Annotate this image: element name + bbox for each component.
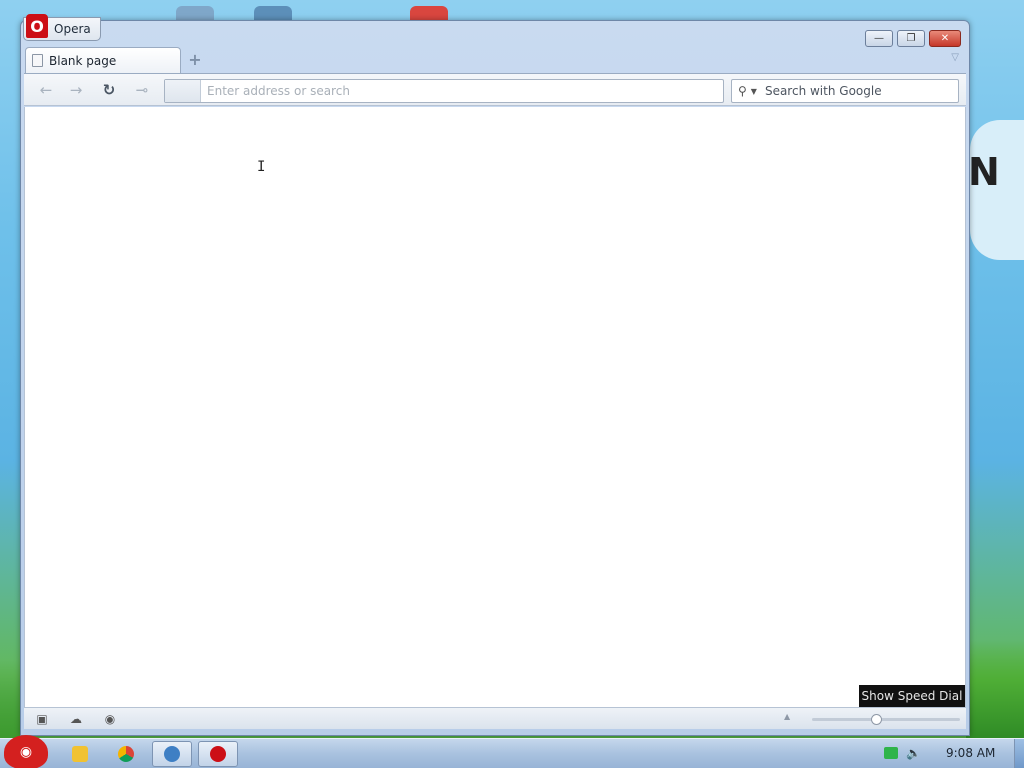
folder-icon [72,746,88,762]
window-controls: — ❐ ✕ [865,30,961,47]
network-tray-icon[interactable] [884,747,898,759]
start-button[interactable]: ◉ [4,735,48,768]
security-key-button[interactable]: ⊸ [130,81,154,99]
desktop-wallpaper-grass [966,640,1024,740]
back-arrow-icon: ← [39,81,53,99]
cloud-icon: ☁ [70,712,82,726]
tab-menu-chevron-icon[interactable]: ▽ [951,52,959,63]
search-input[interactable] [764,84,958,98]
volume-icon[interactable]: 🔈 [906,747,921,759]
search-engine-dropdown-icon[interactable]: ▼ [751,87,757,96]
opera-unite-button[interactable]: ☁ [68,711,84,727]
desktop-wallpaper-bird: N [968,150,1000,194]
minimize-icon: — [874,33,884,44]
tab-bar: Blank page + ▽ [25,47,965,73]
reload-icon: ↻ [102,81,116,99]
tab-blank-page[interactable]: Blank page [25,47,181,73]
angry-bird-start-icon: ◉ [19,744,33,760]
desktop-icon[interactable] [410,6,448,20]
reload-button[interactable]: ↻ [99,81,119,99]
forward-button[interactable]: → [66,81,86,99]
opera-icon [210,746,226,762]
desktop-wallpaper-grass-left [0,660,22,740]
plus-icon: + [188,50,202,69]
new-tab-button[interactable]: + [187,52,203,68]
taskbar-network[interactable] [152,741,192,767]
desktop-icon[interactable] [254,6,292,20]
taskbar: ◉ 🔈 9:08 AM [0,735,1024,768]
opera-logo-icon: O [26,14,48,38]
tab-label: Blank page [49,53,117,68]
panel-toggle-button[interactable]: ▣ [34,711,50,727]
maximize-icon: ❐ [906,33,916,44]
status-bar: ▣ ☁ ◉ ▲ [24,707,966,729]
opera-menu-button[interactable]: O Opera [23,14,101,41]
back-button[interactable]: ← [36,81,56,99]
opera-menu-label: Opera [54,22,91,36]
maximize-button[interactable]: ❐ [897,30,925,47]
chrome-icon [118,746,134,762]
panel-icon: ▣ [36,712,48,726]
taskbar-clock[interactable]: 9:08 AM [946,746,995,760]
text-cursor-icon: I [257,159,266,175]
zoom-up-icon[interactable]: ▲ [784,712,790,721]
address-input[interactable] [201,80,723,102]
key-icon: ⊸ [135,81,149,99]
taskbar-chrome[interactable] [106,741,146,767]
taskbar-opera[interactable] [198,741,238,767]
taskbar-explorer[interactable] [60,741,100,767]
speed-dial-tooltip: Show Speed Dial [859,685,965,707]
search-icon[interactable]: ⚲ [738,84,747,98]
close-button[interactable]: ✕ [929,30,961,47]
navigation-toolbar: ← → ↻ ⊸ ⚲ ▼ [24,73,966,106]
opera-turbo-button[interactable]: ◉ [102,711,118,727]
address-badge[interactable] [165,80,201,102]
show-desktop-button[interactable] [1014,739,1024,768]
globe-icon [164,746,180,762]
minimize-button[interactable]: — [865,30,893,47]
address-bar [164,79,724,103]
zoom-slider-handle[interactable] [870,714,882,725]
browser-window: O Opera — ❐ ✕ Blank page + ▽ ← → ↻ ⊸ Ent… [20,14,970,736]
page-icon [32,54,43,67]
desktop-icon[interactable] [176,6,214,20]
forward-arrow-icon: → [69,81,83,99]
turbo-icon: ◉ [104,712,116,726]
page-content[interactable]: I [24,107,966,707]
close-icon: ✕ [940,33,950,44]
search-box: ⚲ ▼ [731,79,959,103]
zoom-slider[interactable] [812,714,960,725]
